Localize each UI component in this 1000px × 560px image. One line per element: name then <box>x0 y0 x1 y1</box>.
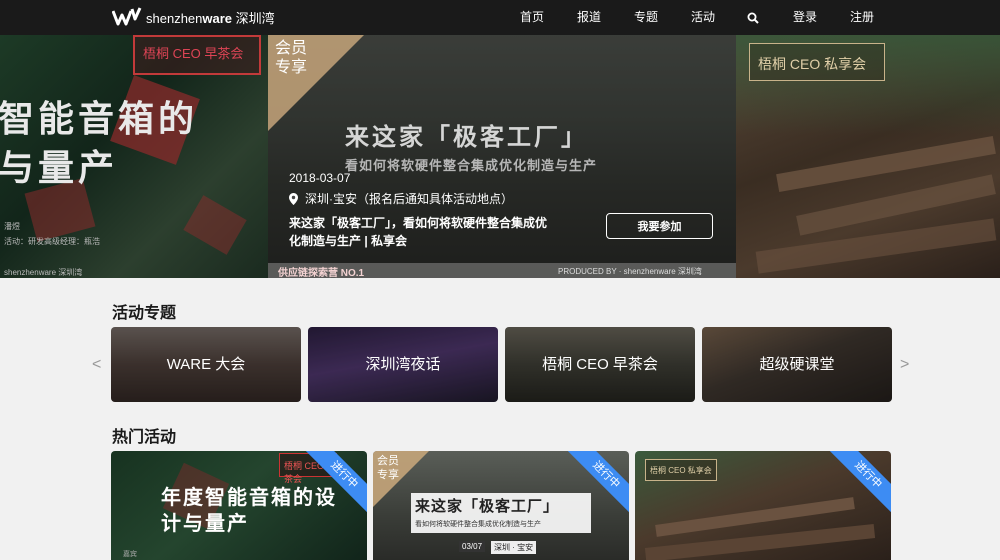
card-place: 深圳 · 宝安 <box>491 541 537 554</box>
topic-card-night-talk[interactable]: 深圳湾夜话 <box>308 327 498 402</box>
register-link[interactable]: 注册 <box>850 0 874 35</box>
logo-icon <box>112 7 142 26</box>
topics-prev-arrow[interactable]: < <box>92 356 101 374</box>
hot-events-heading: 热门活动 <box>112 429 177 446</box>
hero-bottom-strip: 供应链探索营 NO.1 PRODUCED BY · shenzhenware 深… <box>268 263 736 278</box>
hero-banner: 梧桐 CEO 早茶会 智能音箱的 与量产 潘煜 活动：研发高级经理：瓶浩 she… <box>0 35 1000 278</box>
event-date: 2018-03-07 <box>289 171 351 185</box>
topic-label: WARE 大会 <box>166 356 246 373</box>
topic-card-super-class[interactable]: 超级硬课堂 <box>702 327 892 402</box>
hero-left-small2: 活动：研发高级经理：瓶浩 <box>4 237 100 246</box>
card-subtitle: 看如何将软硬件整合集成优化制造与生产 <box>415 521 541 528</box>
location-pin-icon <box>289 192 298 205</box>
nav-home[interactable]: 首页 <box>520 0 544 35</box>
hot-event-card[interactable]: 梧桐 CEO 私享会 进行中 <box>635 451 891 560</box>
nav-events[interactable]: 活动 <box>691 0 715 35</box>
member-label: 会员 专享 <box>275 40 308 76</box>
topics-next-arrow[interactable]: > <box>900 356 909 374</box>
hot-event-card[interactable]: 梧桐 CEO 早茶会 年度智能音箱的设计与量产 嘉宾 进行中 <box>111 451 367 560</box>
hero-right-badge: 梧桐 CEO 私享会 <box>749 43 885 81</box>
card-small-text: 嘉宾 <box>123 551 137 558</box>
event-location: 深圳·宝安（报名后通知具体活动地点） <box>289 190 513 207</box>
event-title[interactable]: 来这家「极客工厂」，看如何将软硬件整合集成优化制造与生产 | 私享会 <box>289 214 554 250</box>
topic-card-ware[interactable]: WARE 大会 <box>111 327 301 402</box>
nav-topics[interactable]: 专题 <box>634 0 658 35</box>
hot-event-card[interactable]: 会员 专享 来这家「极客工厂」 看如何将软硬件整合集成优化制造与生产 03/07… <box>373 451 629 560</box>
hero-left-logo: shenzhenware 深圳湾 <box>4 268 83 277</box>
card-member-label: 会员 专享 <box>377 455 399 481</box>
card-title: 年度智能音箱的设计与量产 <box>161 487 337 535</box>
hero-slide-prev[interactable]: 梧桐 CEO 早茶会 智能音箱的 与量产 潘煜 活动：研发高级经理：瓶浩 she… <box>0 35 268 278</box>
topic-card-ceo-tea[interactable]: 梧桐 CEO 早茶会 <box>505 327 695 402</box>
hero-bg-title: 来这家「极客工厂」 <box>345 124 588 151</box>
nav-reports[interactable]: 报道 <box>577 0 601 35</box>
hero-bottom-left: 供应链探索营 NO.1 <box>278 268 365 278</box>
topics-heading: 活动专题 <box>112 305 177 322</box>
topic-label: 梧桐 CEO 早茶会 <box>542 356 658 373</box>
hero-bottom-right: PRODUCED BY · shenzhenware 深圳湾 <box>558 267 702 276</box>
topic-label: 超级硬课堂 <box>759 356 835 373</box>
hero-left-line1: 智能音箱的 <box>0 98 199 139</box>
top-navbar: shenzhenware 深圳湾 首页 报道 专题 活动 登录 注册 <box>0 0 1000 35</box>
hero-left-small1: 潘煜 <box>4 222 20 231</box>
search-icon[interactable] <box>747 12 759 24</box>
topic-label: 深圳湾夜话 <box>365 356 441 373</box>
card-badge: 梧桐 CEO 私享会 <box>645 459 717 481</box>
hero-left-line2: 与量产 <box>0 147 119 188</box>
card-title: 来这家「极客工厂」 <box>415 498 560 515</box>
login-link[interactable]: 登录 <box>793 0 817 35</box>
hero-left-badge: 梧桐 CEO 早茶会 <box>133 35 261 75</box>
card-date: 03/07 <box>459 541 486 552</box>
event-location-text: 深圳·宝安（报名后通知具体活动地点） <box>305 192 513 206</box>
site-logo[interactable]: shenzhenware 深圳湾 <box>112 7 275 27</box>
join-button[interactable]: 我要参加 <box>606 213 713 239</box>
logo-text: shenzhenware 深圳湾 <box>146 10 275 26</box>
hero-bg-subtitle: 看如何将软硬件整合集成优化制造与生产 <box>345 158 598 173</box>
